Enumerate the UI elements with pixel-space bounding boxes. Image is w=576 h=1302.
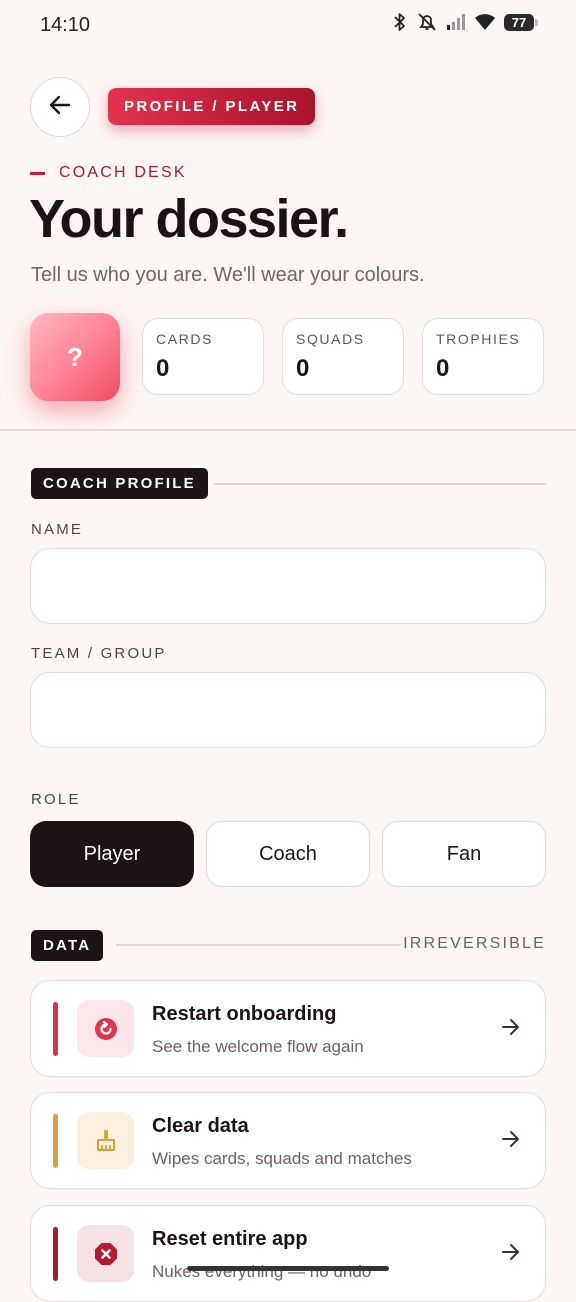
accent-bar (53, 1227, 58, 1281)
battery-level: 77 (511, 14, 527, 30)
reset-app-button[interactable]: Reset entire app Nukes everything — no u… (30, 1205, 546, 1302)
stop-icon (77, 1225, 134, 1282)
restart-onboarding-button[interactable]: Restart onboarding See the welcome flow … (30, 980, 546, 1077)
accent-bar (53, 1002, 58, 1056)
role-option-fan[interactable]: Fan (382, 821, 546, 887)
status-time: 14:10 (40, 14, 91, 36)
avatar-placeholder: ? (67, 341, 83, 372)
bluetooth-icon (392, 12, 408, 32)
mute-icon (416, 12, 438, 32)
page-subtitle: Tell us who you are. We'll wear your col… (31, 264, 425, 286)
arrow-right-icon (501, 1129, 521, 1154)
avatar[interactable]: ? (30, 313, 120, 401)
breadcrumb: PROFILE / PLAYER (108, 88, 316, 125)
name-label: NAME (31, 521, 84, 538)
stat-cards: CARDS 0 (142, 318, 264, 395)
battery-icon: 77 (504, 13, 538, 31)
role-option-coach[interactable]: Coach (206, 821, 370, 887)
signal-icon (446, 13, 466, 31)
irreversible-note: IRREVERSIBLE (403, 935, 546, 952)
action-subtitle: Nukes everything — no undo (152, 1262, 372, 1281)
action-subtitle: Wipes cards, squads and matches (152, 1149, 412, 1168)
arrow-right-icon (501, 1017, 521, 1042)
action-title: Restart onboarding (152, 1003, 337, 1025)
section-divider (0, 429, 576, 431)
arrow-left-icon (49, 95, 71, 120)
action-title: Clear data (152, 1115, 249, 1137)
stat-label: CARDS (156, 331, 214, 347)
home-indicator[interactable] (187, 1266, 389, 1271)
section-rule (214, 483, 546, 485)
stat-label: TROPHIES (436, 331, 521, 347)
team-label: TEAM / GROUP (31, 645, 167, 662)
kicker-dash (30, 171, 45, 175)
stat-value: 0 (296, 355, 310, 382)
wifi-icon (474, 13, 496, 31)
kicker: COACH DESK (30, 164, 187, 182)
role-option-player[interactable]: Player (30, 821, 194, 887)
action-title: Reset entire app (152, 1228, 308, 1250)
arrow-right-icon (501, 1242, 521, 1267)
stat-value: 0 (156, 355, 170, 382)
section-chip-profile: COACH PROFILE (31, 468, 208, 499)
stat-label: SQUADS (296, 331, 365, 347)
broom-icon (77, 1112, 134, 1169)
page-title: Your dossier. (29, 189, 349, 249)
clear-data-button[interactable]: Clear data Wipes cards, squads and match… (30, 1092, 546, 1189)
section-chip-data: DATA (31, 930, 104, 961)
action-subtitle: See the welcome flow again (152, 1037, 364, 1056)
kicker-label: COACH DESK (59, 164, 187, 181)
status-icons: 77 (392, 12, 538, 32)
accent-bar (53, 1114, 58, 1168)
team-input[interactable] (30, 672, 546, 748)
role-label: ROLE (31, 791, 81, 808)
stat-squads: SQUADS 0 (282, 318, 404, 395)
back-button[interactable] (30, 77, 90, 137)
name-input[interactable] (30, 548, 546, 624)
restart-icon (77, 1000, 134, 1057)
stat-value: 0 (436, 355, 450, 382)
stat-trophies: TROPHIES 0 (422, 318, 544, 395)
section-rule (116, 944, 401, 946)
